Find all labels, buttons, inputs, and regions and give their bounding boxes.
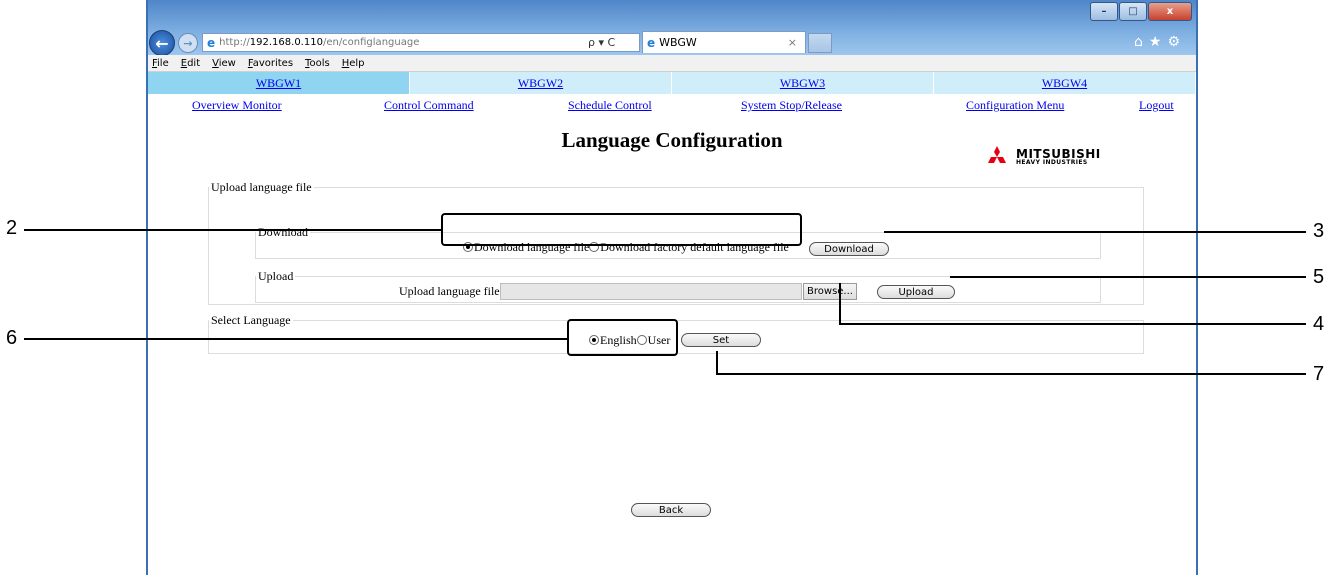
tab-wbgw4[interactable]: WBGW4: [934, 72, 1196, 94]
callout-line-7: [716, 373, 1306, 375]
nav-schedule-control[interactable]: Schedule Control: [568, 98, 652, 113]
nav-logout[interactable]: Logout: [1139, 98, 1174, 113]
callout-line-2: [24, 229, 441, 231]
select-language-legend: Select Language: [211, 313, 291, 327]
menu-view[interactable]: View: [212, 58, 236, 69]
callout-box-download-options: [441, 213, 802, 246]
menu-file[interactable]: File: [152, 58, 169, 69]
title-bar: – □ x ← → e http://192.168.0.110/en/conf…: [148, 0, 1196, 56]
nav-overview-monitor[interactable]: Overview Monitor: [192, 98, 282, 113]
tab-wbgw3[interactable]: WBGW3: [672, 72, 934, 94]
toolbar-icons: ⌂★⚙: [1134, 34, 1186, 50]
callout-number-2: 2: [6, 217, 18, 239]
upload-file-label: Upload language file:: [399, 284, 503, 298]
window-controls: – □ x: [1089, 2, 1192, 21]
callout-number-7: 7: [1313, 363, 1325, 385]
home-icon[interactable]: ⌂: [1134, 34, 1149, 50]
menu-edit[interactable]: Edit: [181, 58, 200, 69]
ie-icon: e: [207, 35, 216, 50]
gear-icon[interactable]: ⚙: [1167, 34, 1186, 50]
mitsubishi-logo: MITSUBISHI HEAVY INDUSTRIES: [984, 146, 1101, 168]
upload-legend: Upload: [258, 269, 294, 283]
set-button[interactable]: Set: [681, 333, 761, 347]
upload-file-input[interactable]: [500, 283, 802, 300]
callout-number-6: 6: [6, 327, 18, 349]
minimize-button[interactable]: –: [1090, 2, 1118, 21]
callout-line-5: [950, 276, 1306, 278]
browse-button[interactable]: Browse...: [803, 283, 857, 300]
tab-wbgw2[interactable]: WBGW2: [410, 72, 672, 94]
menu-favorites[interactable]: Favorites: [248, 58, 293, 69]
menu-help[interactable]: Help: [342, 58, 365, 69]
menu-bar: File Edit View Favorites Tools Help: [148, 55, 1196, 72]
callout-line-4: [839, 323, 1306, 325]
callout-number-5: 5: [1313, 266, 1325, 288]
maximize-button[interactable]: □: [1119, 2, 1147, 21]
url-path: /en/configlanguage: [322, 37, 420, 48]
close-window-button[interactable]: x: [1148, 2, 1192, 21]
tab-wbgw1[interactable]: WBGW1: [148, 72, 410, 94]
search-refresh-icons[interactable]: ρ ▾ C: [588, 36, 615, 49]
nav-configuration-menu[interactable]: Configuration Menu: [966, 98, 1064, 113]
upload-language-legend: Upload language file: [211, 180, 312, 194]
three-diamonds-icon: [988, 146, 1006, 163]
nav-system-stop-release[interactable]: System Stop/Release: [741, 98, 842, 113]
address-bar[interactable]: e http://192.168.0.110/en/configlanguage: [202, 33, 640, 52]
back-arrow-icon[interactable]: ←: [149, 30, 175, 56]
callout-line-4-vertical: [839, 283, 841, 325]
gateway-tabs: WBGW1 WBGW2 WBGW3 WBGW4: [148, 72, 1196, 94]
callout-line-3: [884, 231, 1306, 233]
nav-control-command[interactable]: Control Command: [384, 98, 474, 113]
main-nav: Overview Monitor Control Command Schedul…: [148, 96, 1196, 116]
menu-tools[interactable]: Tools: [305, 58, 330, 69]
callout-number-4: 4: [1313, 313, 1325, 335]
callout-line-6: [24, 338, 567, 340]
upload-button[interactable]: Upload: [877, 285, 955, 299]
favorites-star-icon[interactable]: ★: [1149, 34, 1168, 50]
forward-arrow-icon[interactable]: →: [178, 33, 198, 53]
tab-close-icon[interactable]: ×: [788, 36, 797, 49]
tab-ie-icon: e: [647, 35, 656, 50]
tab-title: WBGW: [659, 36, 697, 49]
url-prefix: http://: [219, 37, 250, 48]
back-button[interactable]: Back: [631, 503, 711, 517]
browser-window: – □ x ← → e http://192.168.0.110/en/conf…: [146, 0, 1198, 575]
callout-line-7-vertical: [716, 351, 718, 375]
url-host: 192.168.0.110: [249, 37, 323, 48]
new-tab-button[interactable]: [808, 33, 832, 53]
download-legend: Download: [258, 225, 308, 239]
download-button[interactable]: Download: [809, 242, 889, 256]
callout-number-3: 3: [1313, 220, 1325, 242]
callout-box-language-options: [567, 319, 678, 356]
browser-tab[interactable]: e WBGW ×: [642, 31, 806, 53]
